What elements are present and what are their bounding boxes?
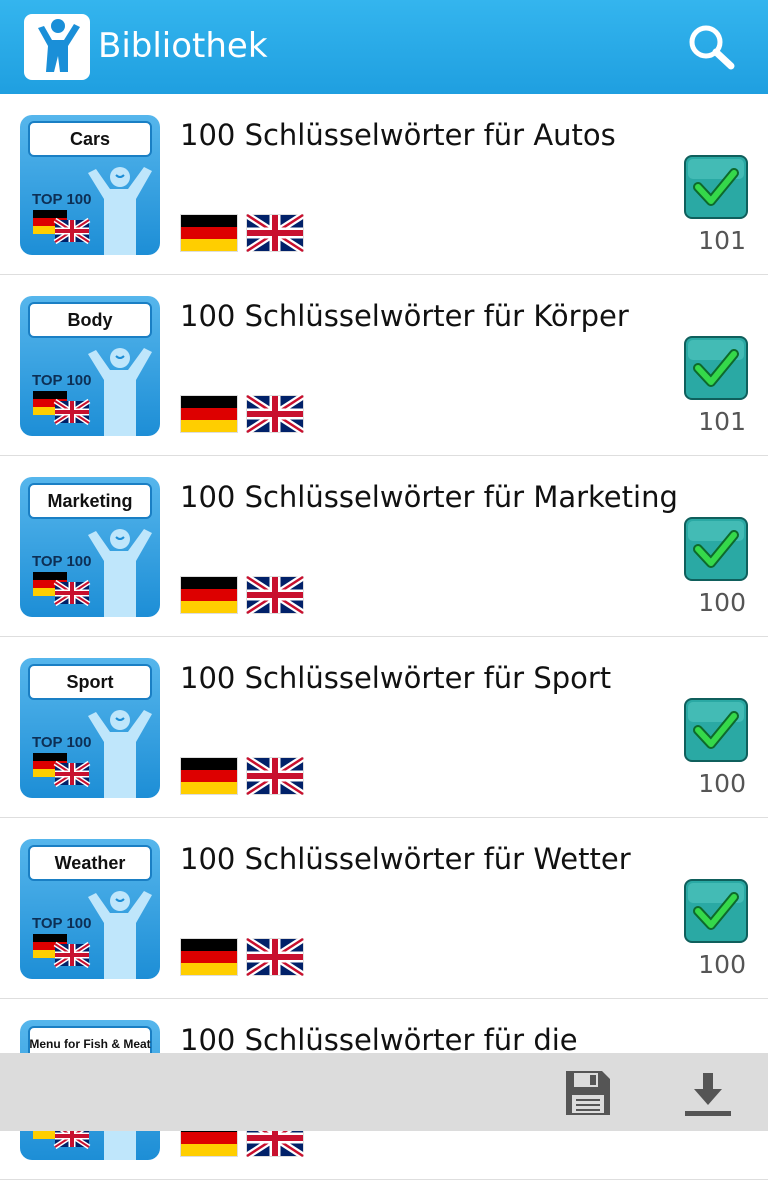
item-title: 100 Schlüsselwörter für Sport [180,661,612,695]
bottom-action-bar [0,1053,768,1131]
uk-flag-icon [246,757,304,795]
checkbox-checked[interactable] [684,517,748,581]
course-thumbnail: Body TOP 100 [20,296,160,436]
de-flag-icon [180,938,238,976]
de-flag-icon [180,757,238,795]
list-item[interactable]: Marketing TOP 100 100 Schlüsselwörter fü… [0,456,768,637]
top100-label: TOP 100 [32,553,92,570]
thumb-flags [33,572,93,612]
top100-label: TOP 100 [32,191,92,208]
thumb-label: Weather [28,845,152,881]
top100-label: TOP 100 [32,734,92,751]
item-count: 100 [698,950,746,979]
item-count: 100 [698,588,746,617]
de-flag-icon [180,214,238,252]
course-thumbnail: Weather TOP 100 [20,839,160,979]
thumb-flags [33,934,93,974]
item-title: 100 Schlüsselwörter für Autos [180,118,616,152]
app-bar: Bibliothek [0,0,768,94]
check-icon [684,879,748,943]
app-logo-icon[interactable] [24,14,90,80]
thumb-label: Cars [28,121,152,157]
list-item[interactable]: Sport TOP 100 100 Schlüsselwörter für Sp… [0,637,768,818]
thumb-label: Body [28,302,152,338]
item-count: 101 [698,226,746,255]
list-item[interactable]: Body TOP 100 100 Schlüsselwörter für Kör… [0,275,768,456]
page-title: Bibliothek [98,26,268,66]
thumb-flags [33,753,93,793]
checkbox-checked[interactable] [684,698,748,762]
item-count: 100 [698,769,746,798]
list-item[interactable]: Cars TOP 100 100 Schlüsselwörter für Aut… [0,94,768,275]
thumb-flags [33,210,93,250]
de-flag-icon [180,576,238,614]
item-title: 100 Schlüsselwörter für Wetter [180,842,631,876]
search-icon[interactable] [684,22,740,72]
top100-label: TOP 100 [32,372,92,389]
uk-flag-icon [246,576,304,614]
course-thumbnail: Sport TOP 100 [20,658,160,798]
thumb-flags [33,391,93,431]
item-title: 100 Schlüsselwörter für die [180,1023,578,1057]
course-thumbnail: Cars TOP 100 [20,115,160,255]
check-icon [684,155,748,219]
item-title: 100 Schlüsselwörter für Körper [180,299,629,333]
check-icon [684,517,748,581]
library-list: Cars TOP 100 100 Schlüsselwörter für Aut… [0,94,768,1180]
uk-flag-icon [246,214,304,252]
item-count: 101 [698,407,746,436]
checkbox-checked[interactable] [684,155,748,219]
checkbox-checked[interactable] [684,879,748,943]
save-icon[interactable] [562,1067,614,1119]
top100-label: TOP 100 [32,915,92,932]
uk-flag-icon [246,395,304,433]
thumb-label: Marketing [28,483,152,519]
de-flag-icon [180,395,238,433]
download-icon[interactable] [682,1071,734,1119]
item-title: 100 Schlüsselwörter für Marketing [180,480,678,514]
course-thumbnail: Marketing TOP 100 [20,477,160,617]
checkbox-checked[interactable] [684,336,748,400]
check-icon [684,336,748,400]
thumb-label: Sport [28,664,152,700]
uk-flag-icon [246,938,304,976]
list-item[interactable]: Weather TOP 100 100 Schlüsselwörter für … [0,818,768,999]
check-icon [684,698,748,762]
